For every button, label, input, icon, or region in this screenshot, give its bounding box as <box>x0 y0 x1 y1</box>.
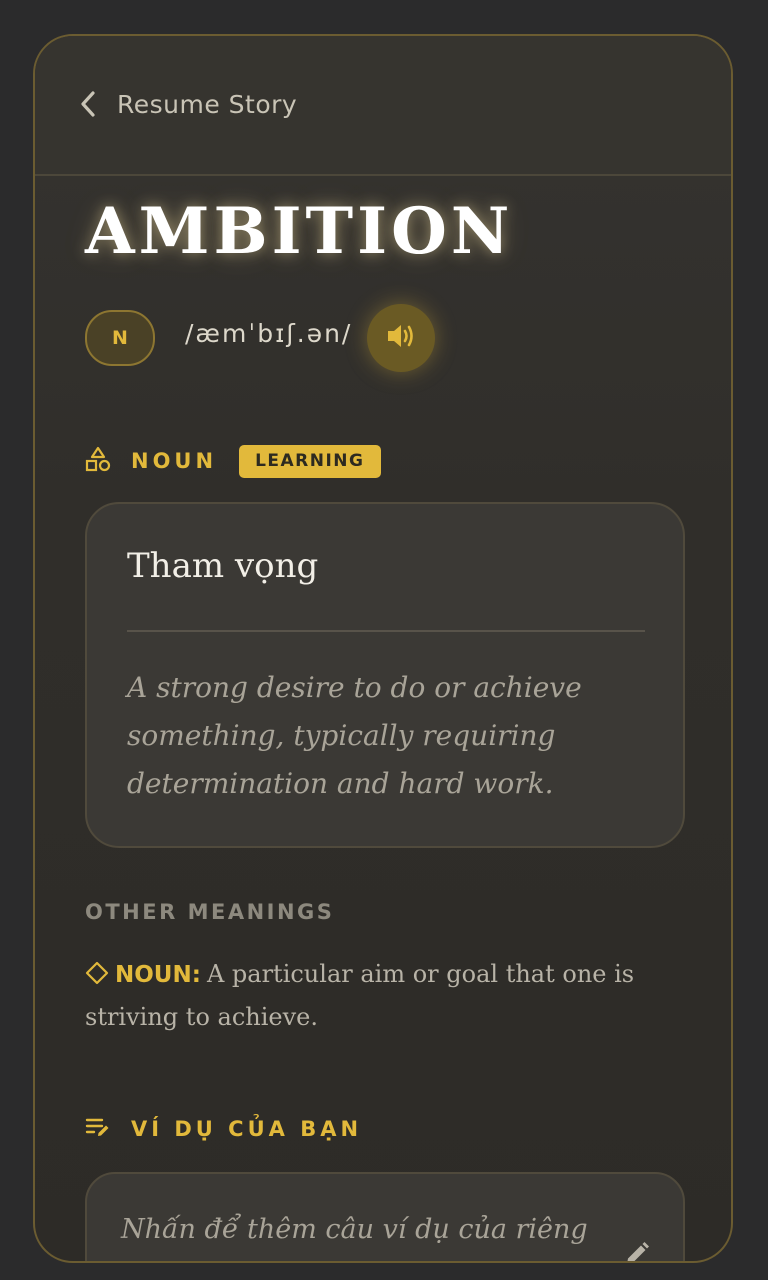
speaker-icon <box>385 322 417 354</box>
back-button-label: Resume Story <box>117 89 298 119</box>
definition-text: A strong desire to do or achieve somethi… <box>127 671 582 800</box>
word-detail-card: Resume Story AMBITION N /æmˈbɪʃ.ən/ NOUN… <box>33 34 733 1263</box>
definition-card: Tham vọng A strong desire to do or achie… <box>85 502 685 848</box>
chevron-left-icon <box>79 90 97 118</box>
examples-header: VÍ DỤ CỦA BẠN <box>85 1112 362 1146</box>
other-meanings-title: OTHER MEANINGS <box>85 900 335 924</box>
part-of-speech-pill: N <box>85 310 155 366</box>
shapes-icon <box>85 446 111 476</box>
add-example-input[interactable]: Nhấn để thêm câu ví dụ của riêng <box>85 1172 685 1261</box>
back-button[interactable]: Resume Story <box>79 84 297 124</box>
pronunciation-ipa: /æmˈbɪʃ.ən/ <box>185 319 353 348</box>
primary-meaning-header: NOUN LEARNING <box>85 444 381 478</box>
play-audio-button[interactable] <box>367 304 435 372</box>
word-title: AMBITION <box>85 194 514 269</box>
other-meaning-item: NOUN: A particular aim or goal that one i… <box>85 954 685 1037</box>
edit-note-icon <box>85 1115 111 1143</box>
diamond-icon <box>85 957 109 997</box>
part-of-speech-label: NOUN <box>131 449 218 473</box>
example-placeholder-text: Nhấn để thêm câu ví dụ của riêng <box>121 1214 588 1245</box>
examples-title: VÍ DỤ CỦA BẠN <box>131 1117 363 1141</box>
divider <box>127 630 645 632</box>
translation-text: Tham vọng <box>127 546 319 586</box>
other-meaning-pos: NOUN: <box>115 962 201 988</box>
status-badge: LEARNING <box>239 444 381 478</box>
pencil-icon[interactable] <box>623 1240 651 1261</box>
top-bar: Resume Story <box>35 36 731 176</box>
